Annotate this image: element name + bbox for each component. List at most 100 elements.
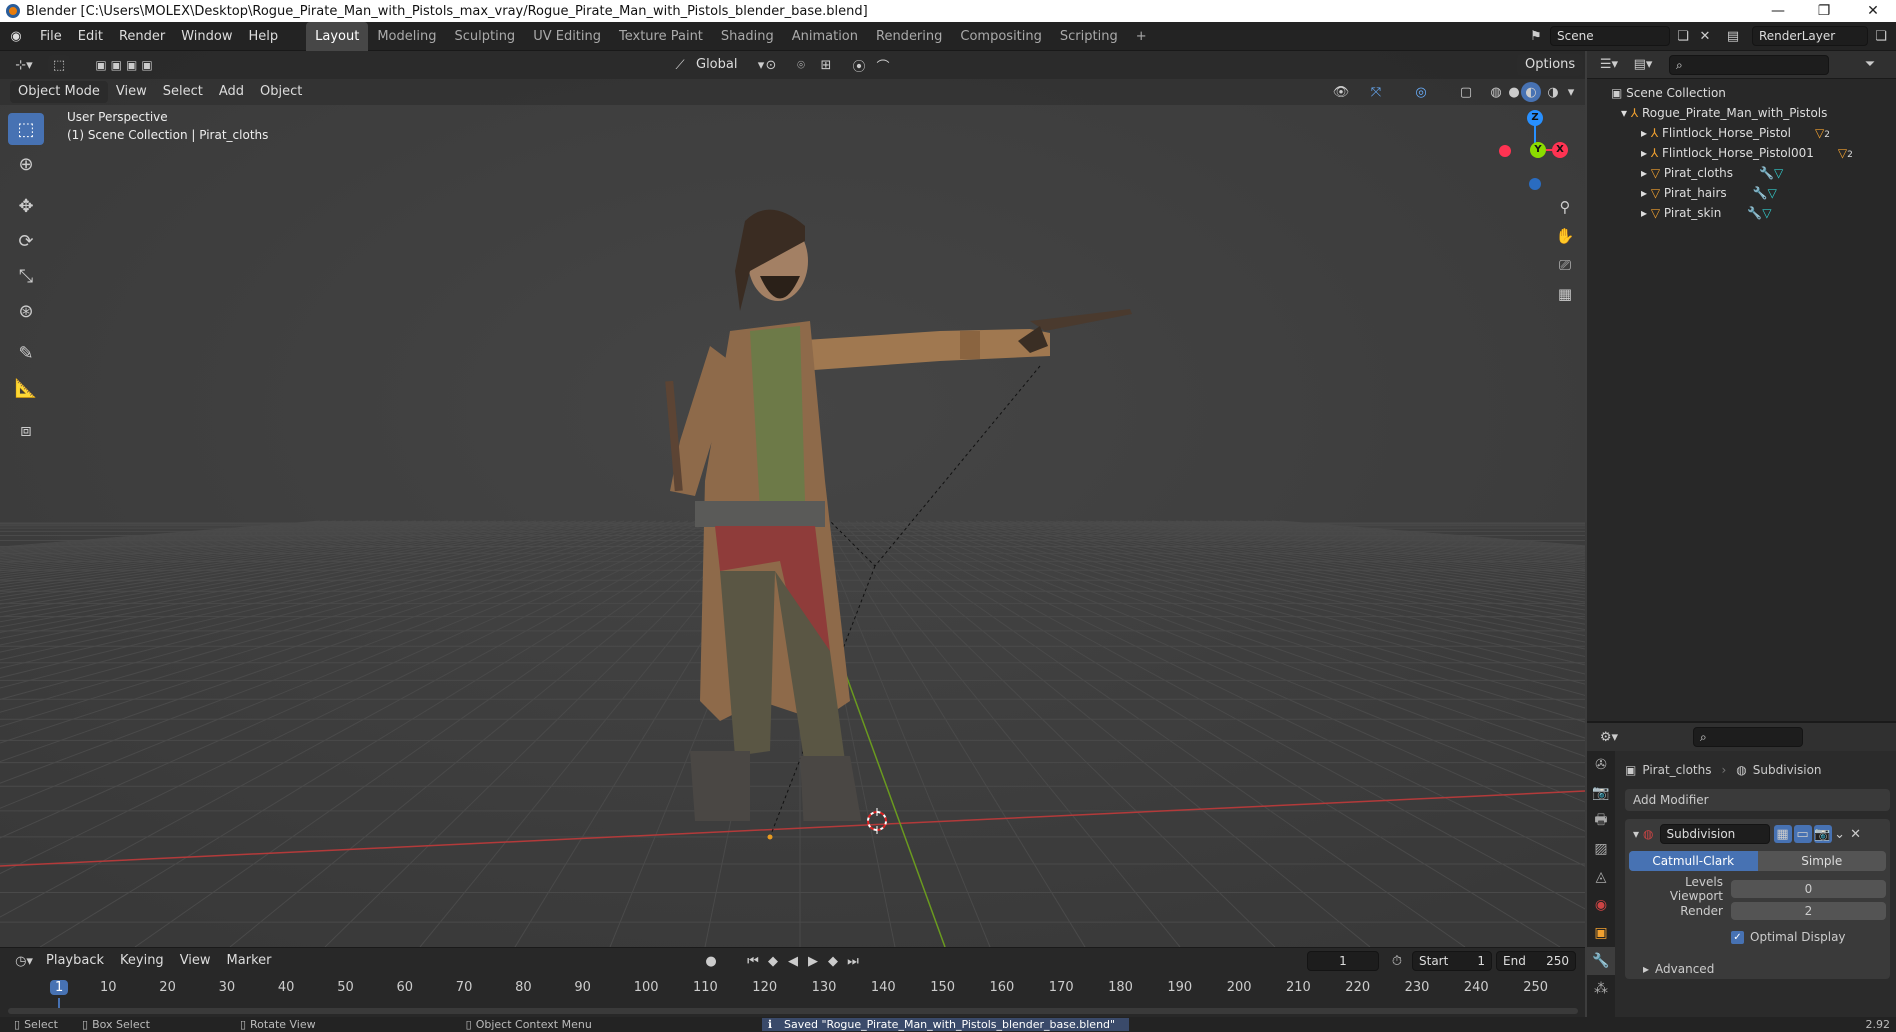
tab-animation[interactable]: Animation (783, 22, 867, 51)
properties-editor-icon[interactable]: ⚙▾ (1595, 727, 1623, 747)
menu-help[interactable]: Help (241, 22, 287, 51)
material-shading-icon[interactable]: ◐ (1521, 82, 1541, 102)
expand-icon[interactable]: ▸ (1641, 206, 1651, 220)
minimize-button[interactable]: — (1755, 0, 1801, 22)
outliner-collection-row[interactable]: ▾ ⅄ Rogue_Pirate_Man_with_Pistols (1611, 103, 1896, 123)
options-dropdown[interactable]: Options (1517, 54, 1584, 76)
outliner-item[interactable]: ▸ ▽ Pirat_hairs 🔧▽ (1611, 183, 1896, 203)
expand-icon[interactable]: ▸ (1641, 166, 1651, 180)
tab-sculpting[interactable]: Sculpting (445, 22, 524, 51)
tab-uv-editing[interactable]: UV Editing (524, 22, 610, 51)
zoom-icon[interactable]: ⚲ (1552, 194, 1578, 220)
outliner-editor-icon[interactable]: ☰▾ (1595, 55, 1623, 75)
expand-icon[interactable]: ▾ (1621, 106, 1631, 120)
menu-add[interactable]: Add (211, 81, 252, 103)
filter-icon[interactable]: ⏷ (1859, 55, 1881, 75)
edit-mode-toggle-icon[interactable]: ▦ (1773, 825, 1792, 843)
catmull-clark-option[interactable]: Catmull-Clark (1629, 851, 1758, 871)
tab-texture-paint[interactable]: Texture Paint (610, 22, 712, 51)
levels-viewport-input[interactable]: 0 (1731, 880, 1886, 898)
measure-icon[interactable]: 📐 (8, 372, 44, 404)
outliner-search-input[interactable]: ⌕ (1669, 54, 1829, 75)
render-levels-input[interactable]: 2 (1731, 902, 1886, 920)
outliner-item[interactable]: ▸ ▽ Pirat_skin 🔧▽ (1611, 203, 1896, 223)
overlay-toggle-icon[interactable]: ◎ (1410, 82, 1432, 102)
pirate-character-model[interactable] (600, 181, 1200, 821)
rotate-icon[interactable]: ⟳ (8, 225, 44, 257)
snap-icon[interactable]: ⌾ (790, 55, 812, 75)
properties-search-input[interactable]: ⌕ (1693, 727, 1803, 747)
pivot-icon[interactable]: ⊙ (760, 55, 782, 75)
selection-mode-icons[interactable]: ▣▣▣▣ (78, 55, 174, 75)
xray-icon[interactable]: ▢ (1455, 82, 1477, 102)
camera-view-icon[interactable]: ⎚ (1552, 252, 1578, 278)
scale-icon[interactable]: ⤡ (8, 260, 44, 292)
tab-rendering[interactable]: Rendering (867, 22, 951, 51)
render-tab-icon[interactable]: 📷 (1587, 779, 1615, 807)
restore-button[interactable]: ❐ (1801, 0, 1847, 22)
falloff-icon[interactable]: ⌒ (872, 55, 894, 75)
advanced-subpanel[interactable]: ▸ Advanced (1629, 959, 1886, 979)
particles-tab-icon[interactable]: ⁂ (1587, 975, 1615, 1003)
remove-modifier-icon[interactable]: ✕ (1848, 824, 1864, 844)
collapse-icon[interactable]: ▾ (1633, 827, 1639, 841)
render-toggle-icon[interactable]: 📷 (1813, 825, 1832, 843)
outliner-scene-collection[interactable]: ▣ Scene Collection (1611, 83, 1896, 103)
snap-target-icon[interactable]: ⊞ (815, 55, 837, 75)
add-workspace-button[interactable]: + (1127, 22, 1156, 51)
menu-object[interactable]: Object (252, 81, 310, 103)
world-tab-icon[interactable]: ◉ (1587, 891, 1615, 919)
menu-file[interactable]: File (32, 22, 70, 51)
expand-icon[interactable]: ▸ (1641, 186, 1651, 200)
new-layer-icon[interactable]: ❏ (1870, 26, 1892, 46)
grid-view-icon[interactable]: ▦ (1552, 281, 1578, 307)
modifier-menu-icon[interactable]: ⌄ (1832, 824, 1848, 844)
simple-option[interactable]: Simple (1758, 851, 1887, 871)
viewport-toggle-icon[interactable]: ▭ (1793, 825, 1812, 843)
close-button[interactable]: ✕ (1850, 0, 1896, 22)
timeline-scrollbar[interactable] (8, 1008, 1578, 1014)
modifier-name-field[interactable]: Subdivision (1659, 824, 1770, 844)
delete-scene-icon[interactable]: ✕ (1694, 26, 1716, 46)
cursor-icon[interactable]: ⊕ (8, 148, 44, 180)
scene-tab-icon[interactable]: ◬ (1587, 863, 1615, 891)
shading-options-icon[interactable]: ▾ (1560, 82, 1582, 102)
display-mode-icon[interactable]: ▤▾ (1629, 55, 1657, 75)
orientation-dropdown[interactable]: Global (688, 54, 745, 76)
scene-field[interactable]: Scene (1550, 26, 1670, 46)
select-box-icon[interactable]: ⬚ (8, 113, 44, 145)
add-modifier-dropdown[interactable]: Add Modifier (1625, 789, 1890, 811)
outliner-item[interactable]: ▸ ▽ Pirat_cloths 🔧▽ (1611, 163, 1896, 183)
visibility-icon[interactable]: 👁 (1330, 82, 1352, 102)
expand-icon[interactable]: ▸ (1641, 126, 1651, 140)
gizmo-neg-x[interactable] (1499, 145, 1511, 157)
editor-type-icon[interactable]: ⊹▾ (10, 55, 38, 75)
gizmo-toggle-icon[interactable]: ⤧ (1365, 82, 1387, 102)
proportional-edit-icon[interactable]: ⦿ (848, 55, 870, 75)
gizmo-neg-z[interactable] (1529, 178, 1541, 190)
menu-view[interactable]: View (108, 81, 155, 103)
tab-modeling[interactable]: Modeling (368, 22, 445, 51)
gizmo-y-axis[interactable]: Y (1530, 142, 1546, 158)
new-scene-icon[interactable]: ❏ (1672, 26, 1694, 46)
annotate-icon[interactable]: ✎ (8, 337, 44, 369)
tool-tab-icon[interactable]: ✇ (1587, 751, 1615, 779)
outliner-item[interactable]: ▸ ⅄ Flintlock_Horse_Pistol ▽2 (1611, 123, 1896, 143)
object-tab-icon[interactable]: ▣ (1587, 919, 1615, 947)
expand-icon[interactable]: ▸ (1641, 146, 1651, 160)
move-icon[interactable]: ✥ (8, 190, 44, 222)
gizmo-z-axis[interactable]: Z (1527, 110, 1543, 126)
tab-scripting[interactable]: Scripting (1051, 22, 1127, 51)
outliner-item[interactable]: ▸ ⅄ Flintlock_Horse_Pistol001 ▽2 (1611, 143, 1896, 163)
3d-viewport[interactable]: User Perspective (1) Scene Collection | … (0, 51, 1585, 947)
menu-window[interactable]: Window (173, 22, 240, 51)
transform-icon[interactable]: ⊛ (8, 295, 44, 327)
playhead-line[interactable] (58, 998, 60, 1008)
optimal-display-checkbox[interactable]: ✓ (1731, 930, 1744, 944)
view-layer-tab-icon[interactable]: ▨ (1587, 835, 1615, 863)
tab-shading[interactable]: Shading (712, 22, 783, 51)
blender-menu-icon[interactable]: ◉ (0, 26, 32, 46)
pan-hand-icon[interactable]: ✋ (1552, 223, 1578, 249)
modifier-tab-icon[interactable]: 🔧 (1587, 947, 1615, 975)
gizmo-x-axis[interactable]: X (1552, 142, 1568, 158)
